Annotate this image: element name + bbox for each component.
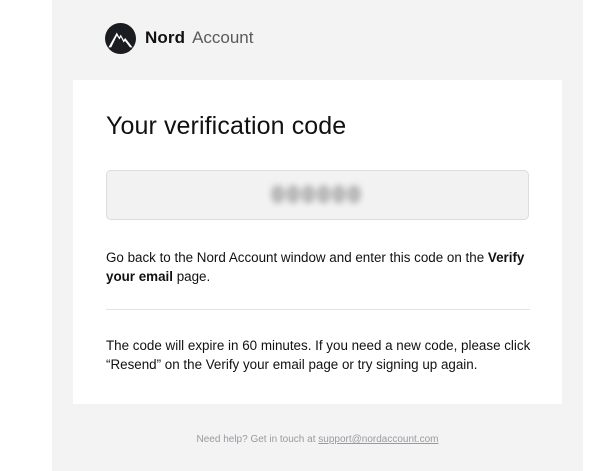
nord-logo-icon — [105, 22, 136, 54]
support-email-link[interactable]: support@nordaccount.com — [318, 434, 438, 445]
page-title: Your verification code — [106, 112, 347, 140]
instruction-text: Go back to the Nord Account window and e… — [106, 248, 536, 286]
brand-name: Nord — [145, 28, 186, 47]
divider — [106, 309, 530, 310]
verification-card: Your verification code 000000 Go back to… — [73, 80, 562, 404]
expiry-text: The code will expire in 60 minutes. If y… — [106, 338, 531, 372]
instruction-prefix: Go back to the Nord Account window and e… — [106, 250, 488, 265]
email-background: Nord Account Your verification code 0000… — [52, 0, 583, 471]
instruction-suffix: page. — [172, 269, 211, 284]
verification-code: 000000 — [271, 182, 364, 207]
brand-header: Nord Account — [105, 22, 254, 54]
brand-subtitle: Account — [192, 28, 254, 47]
footer: Need help? Get in touch at support@norda… — [52, 434, 583, 445]
verification-code-box: 000000 — [106, 170, 529, 220]
footer-help-text: Need help? Get in touch at — [196, 434, 319, 445]
